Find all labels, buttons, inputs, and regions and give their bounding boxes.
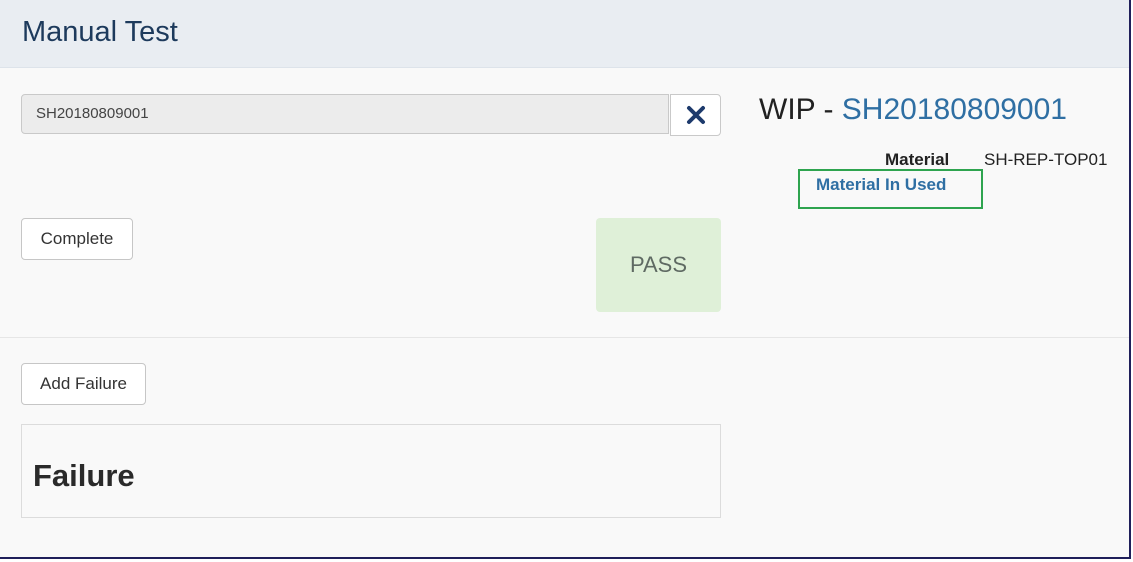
app-window: Manual Test SH20180809001 WIP - SH201808… [0,0,1131,559]
material-in-used-link[interactable]: Material In Used [816,175,946,195]
wip-heading: WIP - SH20180809001 [759,93,1067,127]
close-icon [686,106,705,124]
section-divider [0,337,1129,338]
wip-id-link[interactable]: SH20180809001 [842,93,1067,126]
complete-button[interactable]: Complete [21,218,133,260]
material-label: Material [885,150,950,169]
pass-status-badge: PASS [596,218,721,312]
failure-title: Failure [33,458,135,493]
page-title: Manual Test [22,16,178,48]
clear-button[interactable] [670,94,721,136]
wip-serial-input[interactable]: SH20180809001 [21,94,669,134]
page-header: Manual Test [0,0,1129,68]
add-failure-button[interactable]: Add Failure [21,363,146,405]
wip-prefix: WIP - [759,93,842,126]
failure-panel: Failure [21,424,721,518]
material-value: SH-REP-TOP01 [984,150,1108,169]
